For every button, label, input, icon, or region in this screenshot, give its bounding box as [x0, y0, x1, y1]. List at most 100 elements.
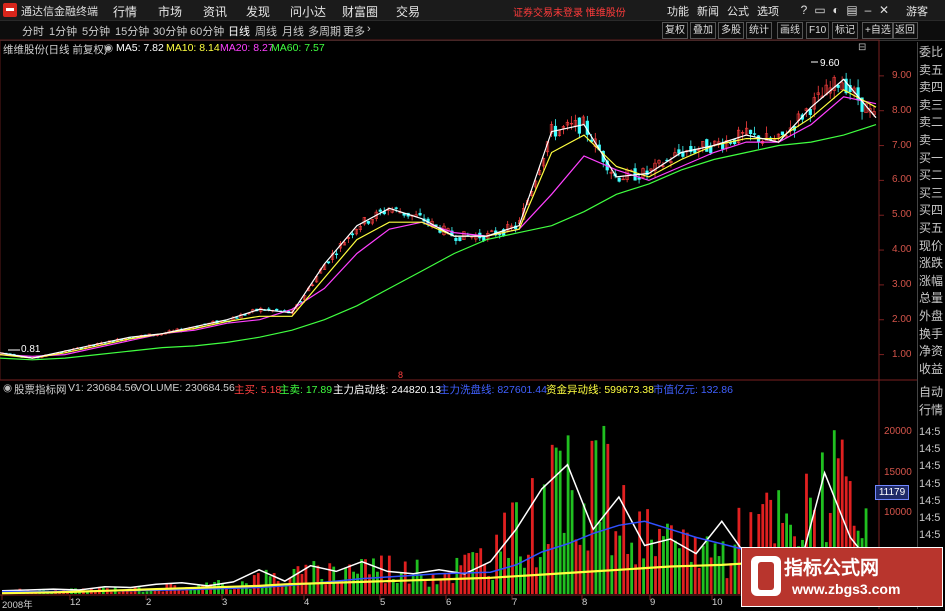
quote-field-label: 买一 [919, 150, 944, 165]
volume-bar [376, 571, 379, 594]
volume-bar [725, 578, 729, 594]
ma60-label: MA60: 7.57 [271, 42, 325, 54]
price-tick-label: 3.00 [892, 278, 912, 290]
volume-bar [717, 556, 721, 594]
tick-time-label: 14:5 [919, 512, 941, 524]
volume-bar [387, 555, 391, 594]
price-tick-label: 4.00 [892, 244, 912, 256]
ma5-label: MA5: 7.82 [116, 42, 164, 54]
indicator-name: 股票指标网 [14, 384, 67, 396]
volume-bar [614, 531, 618, 594]
volume-bar [713, 543, 717, 594]
volume-bar [407, 583, 411, 594]
price-tick-label: 8.00 [892, 104, 912, 116]
quote-field-label: 卖一 [919, 133, 944, 147]
quote-field-label: 委比 [919, 45, 944, 59]
moving-average-lines [0, 78, 877, 361]
volume-bar [431, 574, 435, 594]
volume-bar [566, 435, 570, 594]
volume-bar [562, 532, 566, 594]
candle-body [458, 237, 462, 241]
volume-label: VOLUME: 230684.56 [135, 382, 235, 394]
volume-bar [610, 555, 614, 594]
date-tick-label: 12 [70, 597, 81, 608]
volume-bar [685, 532, 689, 594]
volume-bar [495, 534, 499, 594]
quote-field-label: 外盘 [919, 309, 944, 323]
zhumaiout-label: 主卖: 17.89 [279, 384, 333, 396]
volume-tick-label: 20000 [884, 426, 912, 438]
volume-bar [550, 444, 554, 594]
quote-field-label: 卖二 [919, 115, 944, 130]
volume-bar [709, 557, 713, 594]
candle-body [780, 131, 785, 136]
tick-time-label: 14:5 [919, 426, 941, 438]
volume-bar [638, 511, 642, 594]
indicator-dot-icon[interactable]: ◉ [3, 382, 12, 394]
volume-bar [530, 478, 534, 594]
quote-field-label: 收益 [919, 361, 944, 376]
auto-quote-label[interactable]: 行情 [919, 402, 945, 420]
candle-body [808, 109, 812, 115]
volume-bar [161, 591, 165, 594]
quote-field-label: 换手 [919, 326, 944, 341]
quote-field-label: 涨幅 [919, 273, 944, 288]
volume-bar [658, 528, 661, 594]
quote-field-label: 卖四 [919, 80, 944, 95]
volume-bar [419, 574, 423, 594]
volume-bar [145, 591, 149, 594]
candle-body [729, 142, 733, 144]
candle-body [378, 209, 382, 212]
volume-bar [360, 559, 363, 594]
watermark-url: www.zbgs3.com [792, 581, 901, 597]
ma10-label: MA10: 8.14 [166, 42, 220, 54]
volume-bar [642, 558, 645, 594]
volume-bar [423, 581, 427, 594]
volume-bar [117, 591, 121, 594]
volume-bar [411, 574, 415, 594]
volume-bar [479, 548, 483, 594]
auto-quote-label[interactable]: 自动 [919, 384, 945, 402]
volume-bar [618, 535, 622, 594]
volume-bar [666, 523, 669, 594]
zhumai-label: 主买: 5.18 [234, 384, 282, 396]
candle-body [350, 233, 354, 236]
price-markers [8, 61, 818, 351]
volume-bar [415, 559, 419, 594]
candle-body [366, 221, 370, 224]
candle-body [721, 143, 725, 150]
phone-icon [751, 556, 781, 596]
panel-menu-icon[interactable]: ⊟ [858, 42, 866, 53]
volume-bar [669, 525, 673, 594]
volume-bar [256, 573, 260, 594]
date-tick-label: 3 [222, 597, 228, 608]
quote-field-label: 卖三 [919, 97, 944, 112]
volume-bar [515, 502, 518, 594]
watermark-title: 指标公式网 [784, 557, 880, 579]
ma-line-ma5 [0, 78, 877, 359]
date-tick-label: 6 [446, 597, 452, 608]
volume-bar [364, 559, 367, 594]
price-tick-label: 5.00 [892, 209, 912, 221]
volume-bar [721, 541, 725, 594]
volume-bar [308, 583, 312, 594]
v1-label: V1: 230684.56 [68, 382, 137, 394]
qidong-label: 主力启动线: 244820.13 [333, 384, 441, 396]
quote-field-label: 买四 [919, 203, 944, 218]
volume-bar [447, 572, 451, 594]
low-label: 0.81 [21, 344, 41, 355]
price-tick-label: 2.00 [892, 313, 912, 325]
candle-body [275, 308, 279, 311]
volume-bar [578, 544, 582, 594]
volume-bar [729, 563, 733, 594]
volume-bar [451, 583, 455, 594]
ma20-label: MA20: 8.27 [220, 42, 274, 54]
candle-body [334, 253, 339, 255]
shizhi-label: 市值亿元: 132.86 [653, 384, 733, 396]
xipan-label: 主力洗盘线: 827601.44 [439, 384, 547, 396]
candle-body [752, 133, 757, 135]
quote-field-label: 涨跌 [919, 256, 944, 271]
date-tick-label: 9 [650, 597, 656, 608]
ma-line-ma60 [0, 124, 877, 361]
high-label: 9.60 [820, 58, 840, 69]
